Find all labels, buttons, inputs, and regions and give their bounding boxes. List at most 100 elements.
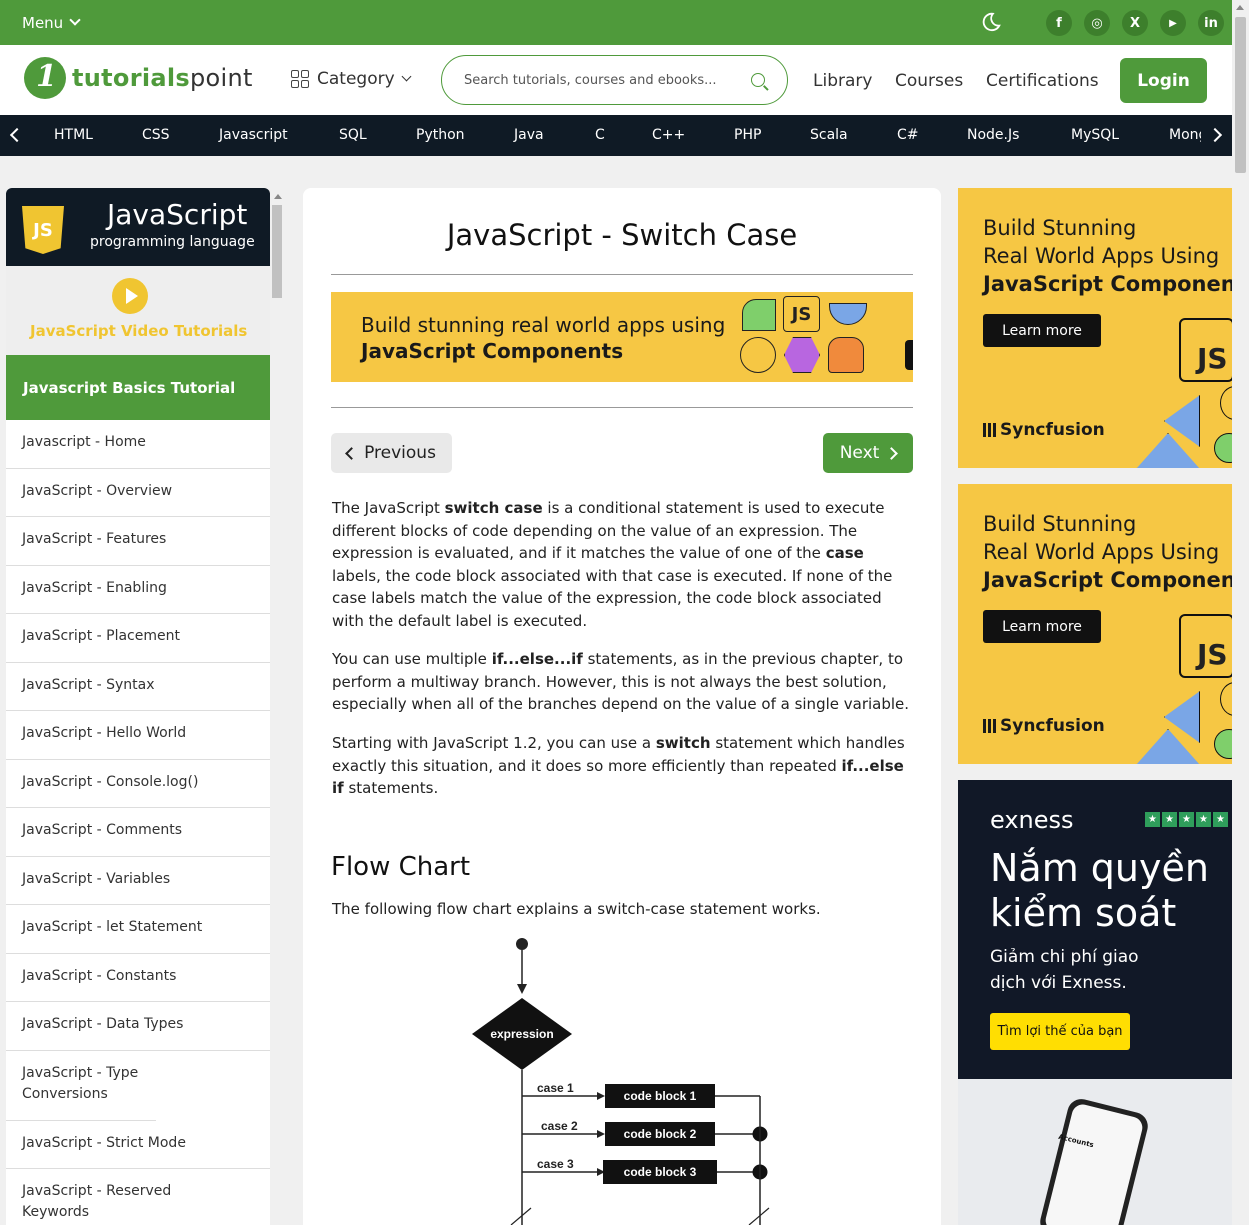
sidebar-item[interactable]: JavaScript - Type Conversions xyxy=(6,1051,156,1121)
x-icon[interactable]: X xyxy=(1122,10,1148,36)
intro-paragraph-1: The JavaScript switch case is a conditio… xyxy=(332,499,893,630)
lang-c[interactable]: C xyxy=(595,127,605,143)
code-block-label: code block 3 xyxy=(624,1165,697,1179)
category-dropdown[interactable]: Category xyxy=(291,69,412,89)
chevron-right-icon[interactable] xyxy=(1207,127,1223,143)
syncfusion-ad[interactable]: Build Stunning Real World Apps Using Java… xyxy=(958,484,1232,764)
lang-html[interactable]: HTML xyxy=(54,127,93,143)
page-scrollbar[interactable] xyxy=(1232,0,1249,1225)
next-button[interactable]: Next xyxy=(823,433,913,473)
clock-icon xyxy=(742,299,776,331)
grid-circle-icon xyxy=(1220,682,1232,716)
top-bar: Menu f ◎ X ▶ in xyxy=(0,0,1232,45)
sidebar-item[interactable]: JavaScript - Console.log() xyxy=(6,760,270,808)
search-icon[interactable] xyxy=(751,73,765,87)
banner-line-1: Build stunning real world apps using xyxy=(361,313,726,337)
lang-csharp[interactable]: C# xyxy=(897,127,919,143)
sidebar-scrollbar[interactable] xyxy=(270,188,284,1225)
scrollbar-thumb[interactable] xyxy=(1235,17,1246,173)
exness-ad[interactable]: exness ★ ★ ★ ★ ★ Nắm quyền kiểm soát Giảm chi… xyxy=(958,780,1232,1225)
video-label: JavaScript Video Tutorials xyxy=(30,322,248,340)
sidebar-item[interactable]: JavaScript - Data Types xyxy=(6,1002,270,1051)
youtube-icon[interactable]: ▶ xyxy=(1160,10,1186,36)
grid-circle-icon xyxy=(1220,386,1232,420)
previous-button[interactable]: Previous xyxy=(331,433,452,473)
lang-java[interactable]: Java xyxy=(514,127,544,143)
sidebar-item[interactable]: JavaScript - Reserved Keywords xyxy=(6,1169,196,1225)
learn-more-button[interactable]: Learn more xyxy=(983,610,1101,643)
sidebar-item[interactable]: JavaScript - Strict Mode xyxy=(6,1121,270,1169)
nav-courses[interactable]: Courses xyxy=(895,71,963,91)
exness-headline: Nắm quyền kiểm soát xyxy=(990,846,1209,935)
linkedin-icon[interactable]: in xyxy=(1198,10,1224,36)
sidebar-item[interactable]: JavaScript - Features xyxy=(6,517,270,566)
lang-mysql[interactable]: MySQL xyxy=(1071,127,1119,143)
code-block-label: code block 1 xyxy=(624,1089,697,1103)
ad-banner[interactable]: Build stunning real world apps using Jav… xyxy=(331,292,913,382)
grid-icon xyxy=(291,70,309,88)
search-input[interactable]: Search tutorials, courses and ebooks... xyxy=(441,55,788,105)
lang-javascript[interactable]: Javascript xyxy=(219,127,288,143)
sidebar-item[interactable]: JavaScript - Enabling xyxy=(6,566,270,614)
logo-mark-icon xyxy=(24,57,66,99)
scroll-up-icon[interactable] xyxy=(1236,5,1244,10)
phone-image xyxy=(1037,1096,1151,1225)
sidebar-item[interactable]: JavaScript - Constants xyxy=(6,954,270,1002)
switch-flow-chart: expression case 1 code block 1 case 2 co… xyxy=(472,938,770,1225)
play-icon xyxy=(112,278,148,314)
lang-css[interactable]: CSS xyxy=(142,127,170,143)
next-label: Next xyxy=(839,443,880,463)
nav-certifications[interactable]: Certifications xyxy=(986,71,1099,91)
scrollbar-thumb[interactable] xyxy=(272,205,282,298)
tutorial-sidebar: JS JavaScript programming language JavaS… xyxy=(6,188,270,1225)
learn-more-button[interactable]: Learn more xyxy=(983,314,1101,347)
lang-scala[interactable]: Scala xyxy=(810,127,848,143)
case-label: case 1 xyxy=(537,1081,574,1095)
instagram-icon[interactable]: ◎ xyxy=(1084,10,1110,36)
page-title: JavaScript - Switch Case xyxy=(446,218,798,252)
lang-python[interactable]: Python xyxy=(416,127,465,143)
menu-button[interactable]: Menu xyxy=(22,14,81,32)
video-tutorials-link[interactable]: JavaScript Video Tutorials xyxy=(6,266,270,355)
js-box-icon: JS xyxy=(1179,318,1232,382)
sidebar-item[interactable]: JavaScript - Variables xyxy=(6,857,270,905)
lang-mongodb[interactable]: Mong xyxy=(1169,127,1201,143)
sidebar-item[interactable]: JavaScript - Syntax xyxy=(6,663,270,711)
sidebar-item[interactable]: JavaScript - Placement xyxy=(6,614,270,663)
logo-text-2: point xyxy=(190,64,253,92)
lang-php[interactable]: PHP xyxy=(734,127,761,143)
chevron-down-icon xyxy=(401,71,412,82)
ad-text: Build Stunning Real World Apps Using xyxy=(983,216,1220,268)
clock-icon xyxy=(1214,729,1232,759)
sidebar-item[interactable]: JavaScript - Hello World xyxy=(6,711,270,760)
case-label: case 2 xyxy=(541,1119,578,1133)
ad-headline: JavaScript Components xyxy=(983,568,1232,592)
decision-label: expression xyxy=(490,1027,553,1041)
exness-cta-button[interactable]: Tìm lợi thế của bạn xyxy=(990,1013,1130,1050)
sidebar-item[interactable]: Javascript - Home xyxy=(6,420,270,469)
flow-chart-intro: The following flow chart explains a swit… xyxy=(332,900,821,918)
sidebar-item[interactable]: JavaScript - Comments xyxy=(6,808,270,857)
login-button[interactable]: Login xyxy=(1120,58,1207,103)
exness-logo: exness xyxy=(990,806,1074,834)
lang-cpp[interactable]: C++ xyxy=(652,127,685,143)
lang-nodejs[interactable]: Node.Js xyxy=(967,127,1019,143)
facebook-icon[interactable]: f xyxy=(1046,10,1072,36)
moon-icon[interactable] xyxy=(980,11,1002,33)
case-label: case 3 xyxy=(537,1157,574,1171)
sidebar-section-header[interactable]: Javascript Basics Tutorial xyxy=(6,355,270,420)
exness-phone-area: Accounts xyxy=(958,1079,1232,1225)
lang-sql[interactable]: SQL xyxy=(339,127,367,143)
nav-library[interactable]: Library xyxy=(813,71,872,91)
sidebar-item[interactable]: JavaScript - Overview xyxy=(6,469,270,517)
chevron-left-icon[interactable] xyxy=(9,127,25,143)
site-logo[interactable]: tutorialspoint xyxy=(24,57,253,99)
chevron-left-icon xyxy=(345,446,358,460)
scroll-up-icon[interactable] xyxy=(274,194,282,199)
settings-icon xyxy=(829,303,867,325)
code-block-label: code block 2 xyxy=(624,1127,697,1141)
clock-icon xyxy=(1214,433,1232,463)
js-box-icon: JS xyxy=(1179,614,1232,678)
sidebar-item[interactable]: JavaScript - let Statement xyxy=(6,905,270,954)
syncfusion-ad[interactable]: Build Stunning Real World Apps Using Java… xyxy=(958,188,1232,468)
